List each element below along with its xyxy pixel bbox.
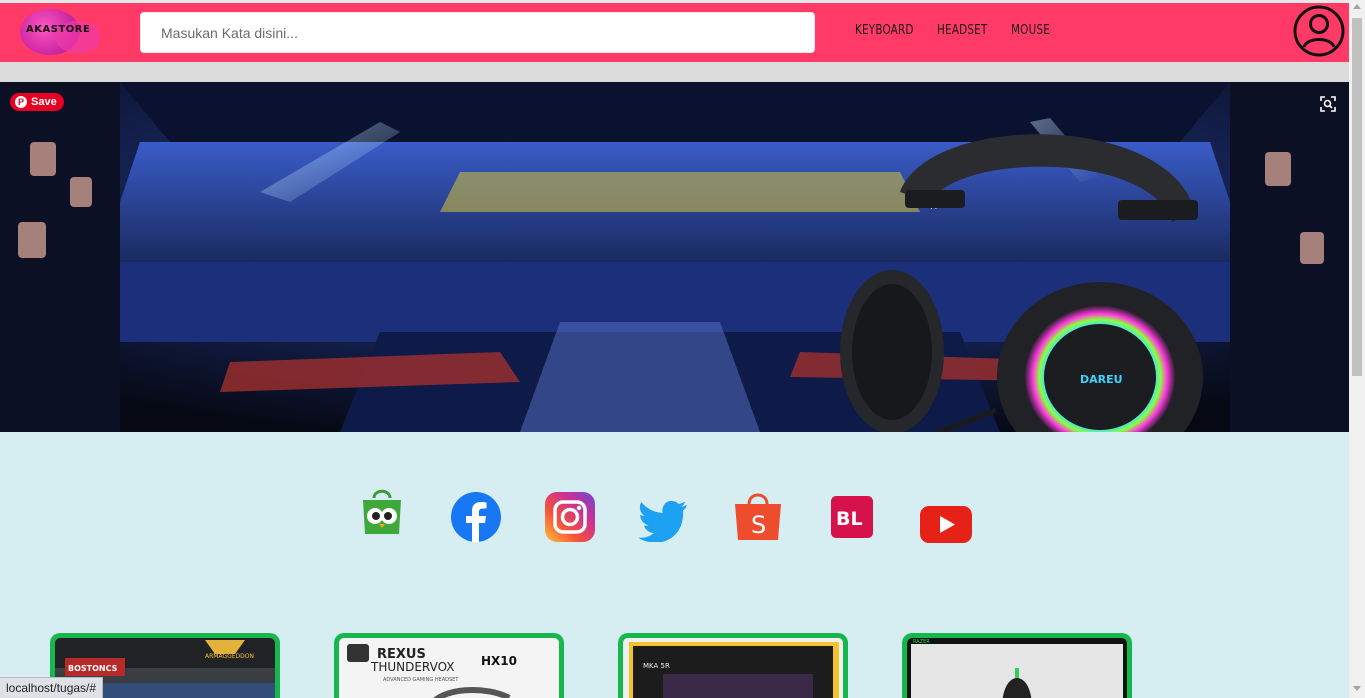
nav-link-headset[interactable]: HEADSET (937, 22, 987, 38)
shopee-letter: S (751, 511, 766, 539)
visual-search-icon[interactable] (1320, 96, 1336, 112)
headset-brand-text: DAREU (1080, 373, 1123, 386)
user-profile-icon[interactable] (1293, 5, 1345, 62)
header-spacer (0, 62, 1349, 82)
search-input[interactable]: Masukan Kata disini... (140, 12, 815, 53)
pinterest-save-button[interactable]: P Save (10, 93, 64, 111)
product-brand: RAZER (913, 639, 930, 645)
instagram-icon[interactable] (545, 492, 595, 547)
product-model: HX10 (481, 654, 517, 668)
product-card[interactable]: RAZER (902, 633, 1132, 698)
status-bar-url: localhost/tugas/# (0, 677, 104, 698)
social-links-row: S BL (0, 486, 1349, 546)
product-card[interactable]: REXUS THUNDERVOX HX10 ADVANCED GAMING HE… (334, 633, 564, 698)
tokopedia-icon[interactable] (360, 488, 404, 541)
nav-link-mouse[interactable]: MOUSE (1011, 22, 1050, 38)
shopee-icon[interactable]: S (733, 490, 783, 547)
logo-text: AKASTORE (26, 24, 91, 35)
product-desc: ADVANCED GAMING HEADSET (383, 677, 459, 683)
bukalapak-letters: BL (836, 508, 863, 530)
facebook-icon[interactable] (451, 492, 501, 547)
pinterest-save-label: Save (31, 96, 57, 108)
nav-link-keyboard[interactable]: KEYBOARD (855, 22, 914, 38)
scroll-down-arrow-icon[interactable] (1353, 686, 1361, 691)
product-sub: THUNDERVOX (370, 660, 455, 674)
twitter-icon[interactable] (638, 500, 688, 547)
scroll-up-arrow-icon[interactable] (1353, 4, 1361, 9)
youtube-icon[interactable] (920, 506, 972, 548)
product-sub: ARMAGGEDDON (205, 653, 254, 660)
product-brand: MKA 5R (643, 662, 670, 670)
pinterest-icon: P (15, 96, 27, 108)
scrollbar-thumb[interactable] (1352, 18, 1362, 376)
bukalapak-icon[interactable]: BL (831, 496, 873, 543)
hero-banner: DAREU R DAREU (0, 82, 1349, 432)
product-card[interactable]: MKA 5R (618, 633, 848, 698)
store-logo[interactable]: AKASTORE (20, 7, 102, 59)
product-brand: BOSTONCS (68, 664, 118, 673)
top-navbar: AKASTORE Masukan Kata disini... KEYBOARD… (0, 0, 1349, 62)
